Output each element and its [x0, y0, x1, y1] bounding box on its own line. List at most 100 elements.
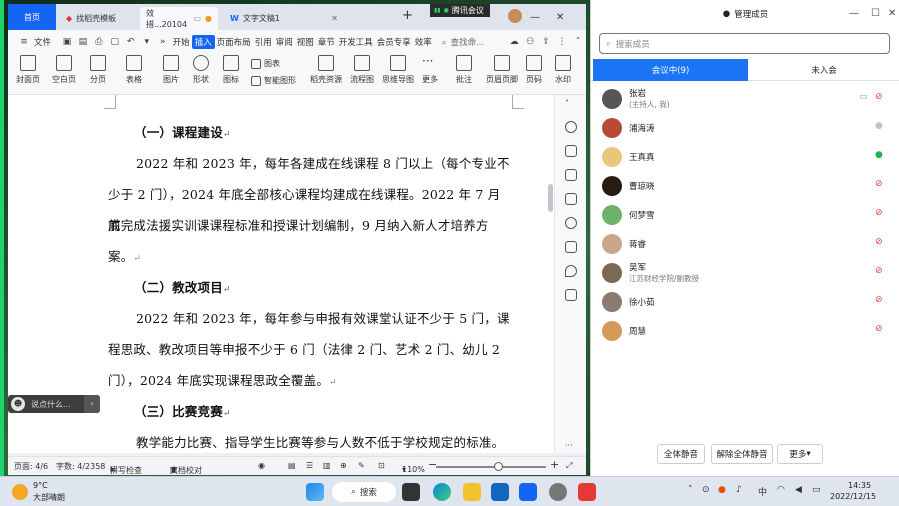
flowchart-button[interactable]: 流程图: [350, 55, 374, 85]
menu-member[interactable]: 会员专享: [375, 36, 413, 48]
menu-chapter[interactable]: 章节: [316, 36, 337, 48]
zoom-in-icon[interactable]: +: [550, 458, 559, 471]
tab-document-partial[interactable]: 效措...20104 ▭ ●: [140, 7, 218, 30]
undo-icon[interactable]: ↶: [123, 37, 139, 47]
page-indicator[interactable]: 页面: 4/6: [14, 461, 48, 472]
volume-icon[interactable]: ◀: [795, 485, 802, 495]
word-count[interactable]: 字数: 4/2358: [56, 461, 105, 472]
image-tool-icon[interactable]: [565, 241, 577, 253]
member-row[interactable]: 周慧 ⊘: [591, 316, 899, 344]
header-footer-button[interactable]: 页眉页脚: [486, 55, 518, 85]
tencent-meeting-icon[interactable]: [519, 483, 537, 501]
close-icon[interactable]: ✕: [331, 14, 338, 23]
mic-muted-icon[interactable]: ⊘: [875, 179, 883, 189]
unmute-all-button[interactable]: 解除全体静音: [711, 444, 773, 464]
edge-browser-icon[interactable]: [433, 483, 451, 501]
member-row[interactable]: 浦海涛 ●: [591, 113, 899, 141]
menu-file[interactable]: 文件: [32, 36, 53, 48]
battery-icon[interactable]: ▭: [812, 485, 821, 495]
vertical-scrollbar[interactable]: [548, 184, 553, 212]
outline-view-icon[interactable]: ☰: [306, 461, 313, 470]
clock-time[interactable]: 14:35: [848, 481, 871, 490]
member-row[interactable]: 曹琼晓 ⊘: [591, 171, 899, 199]
tencent-meeting-badge[interactable]: ▮▮ ● 腾讯会议: [430, 4, 490, 17]
tab-in-meeting[interactable]: 会议中(9): [593, 59, 748, 81]
app-icon[interactable]: [549, 483, 567, 501]
emoji-icon[interactable]: ☻: [11, 397, 25, 411]
weather-description[interactable]: 大部晴朗: [33, 492, 65, 503]
picture-button[interactable]: 图片: [163, 55, 179, 85]
more-button[interactable]: ··· 更多: [422, 55, 438, 85]
adjust-icon[interactable]: [565, 193, 577, 205]
help-icon[interactable]: [565, 217, 577, 229]
menu-developer[interactable]: 开发工具: [337, 36, 375, 48]
blank-page-button[interactable]: 空白页: [52, 55, 76, 85]
menu-review[interactable]: 审阅: [274, 36, 295, 48]
taskbar-search[interactable]: ⌕ 搜索: [332, 482, 396, 502]
close-icon[interactable]: ✕: [888, 8, 896, 19]
export-pdf-icon[interactable]: ▤: [75, 37, 91, 47]
share-icon[interactable]: ⇪: [538, 37, 554, 47]
eye-protect-icon[interactable]: ◉: [258, 461, 265, 470]
more-dots-icon[interactable]: ···: [565, 441, 577, 453]
watermark-button[interactable]: 水印: [555, 55, 571, 85]
menu-insert[interactable]: 插入: [191, 34, 215, 49]
fit-width-icon[interactable]: ⊡: [378, 461, 385, 470]
print-icon[interactable]: ⎙: [91, 37, 107, 47]
weather-icon[interactable]: [12, 484, 28, 500]
cloud-icon[interactable]: ☁: [506, 37, 522, 47]
menu-start[interactable]: 开始: [171, 36, 192, 48]
page-view-icon[interactable]: ▤: [288, 461, 296, 470]
collapse-icon[interactable]: ˅: [565, 99, 577, 111]
member-row[interactable]: 吴军 江苏财经学院/副教授 ⊘: [591, 258, 899, 286]
menu-efficiency[interactable]: 效率: [413, 36, 434, 48]
wps-office-icon[interactable]: [578, 483, 596, 501]
web-view-icon[interactable]: ⊕: [340, 461, 347, 470]
table-button[interactable]: 表格: [126, 55, 142, 85]
mic-muted-icon[interactable]: ⊘: [875, 237, 883, 247]
clock-date[interactable]: 2022/12/15: [830, 492, 876, 501]
mute-all-button[interactable]: 全体静音: [657, 444, 705, 464]
input-method-indicator[interactable]: 中: [758, 485, 767, 498]
fullscreen-icon[interactable]: ⤢: [566, 461, 572, 471]
menu-layout[interactable]: 页面布局: [215, 36, 253, 48]
weather-temperature[interactable]: 9°C: [33, 481, 48, 490]
collaborate-icon[interactable]: ⚇: [522, 37, 538, 47]
chart-button[interactable]: 图表: [251, 58, 280, 69]
mic-muted-icon[interactable]: ⊘: [875, 295, 883, 305]
tray-app-icon[interactable]: ●: [718, 485, 726, 495]
zoom-out-icon[interactable]: −: [428, 458, 437, 471]
menu-view[interactable]: 视图: [295, 36, 316, 48]
docer-resource-button[interactable]: 稻壳资源: [310, 55, 342, 85]
icon-button[interactable]: 图标: [223, 55, 239, 85]
undo-dropdown-icon[interactable]: ▾: [139, 37, 155, 47]
tab-document[interactable]: W 文字文稿1 ✕: [224, 7, 344, 30]
minimize-icon[interactable]: —: [530, 12, 540, 23]
more-options-icon[interactable]: ⋮: [554, 37, 570, 47]
tab-home[interactable]: 首页: [8, 4, 56, 30]
more-button[interactable]: 更多 ▾: [777, 444, 823, 464]
menu-icon[interactable]: ≡: [16, 37, 32, 47]
tab-not-joined[interactable]: 未入会: [749, 59, 899, 81]
member-row[interactable]: 张岩 (主持人, 我) ▭ ⊘: [591, 84, 899, 112]
save-icon[interactable]: ▣: [59, 37, 75, 47]
maximize-icon[interactable]: ☐: [871, 8, 880, 19]
mic-icon[interactable]: ●: [875, 121, 883, 131]
screen-share-icon[interactable]: ▭: [859, 92, 868, 102]
preview-icon[interactable]: ▢: [107, 37, 123, 47]
cover-page-button[interactable]: 封面页: [16, 55, 40, 85]
menu-references[interactable]: 引用: [253, 36, 274, 48]
select-icon[interactable]: [565, 169, 577, 181]
command-search[interactable]: ⌕ 查找命...: [438, 36, 488, 48]
minimize-icon[interactable]: —: [849, 8, 859, 19]
member-row[interactable]: 蒋睿 ⊘: [591, 229, 899, 257]
member-row[interactable]: 何梦雪 ⊘: [591, 200, 899, 228]
zoom-slider-handle[interactable]: [494, 462, 503, 471]
more-chevron-icon[interactable]: »: [155, 37, 171, 47]
comment-button[interactable]: 批注: [456, 55, 472, 85]
member-row[interactable]: 徐小茹 ⊘: [591, 287, 899, 315]
pen-icon[interactable]: [565, 145, 577, 157]
mail-icon[interactable]: [491, 483, 509, 501]
file-explorer-icon[interactable]: [463, 483, 481, 501]
task-view-icon[interactable]: [402, 483, 420, 501]
